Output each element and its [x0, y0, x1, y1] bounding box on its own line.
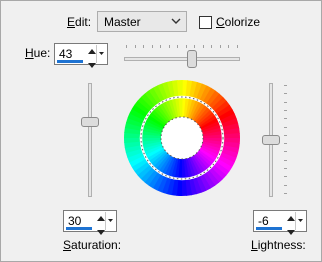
hue-track[interactable]: [124, 57, 240, 61]
lightness-tick: [284, 134, 287, 136]
hue-tick: [126, 45, 127, 48]
hue-tick: [194, 45, 195, 48]
lightness-tick: [284, 159, 287, 161]
saturation-label: Saturation:: [63, 238, 122, 252]
saturation-spinbox[interactable]: 30: [63, 210, 117, 235]
saturation-underline: [66, 227, 92, 230]
lightness-tick: [284, 184, 287, 186]
hue-tick: [151, 45, 153, 48]
hue-tick: [168, 45, 170, 48]
colorize-label: Colorize: [216, 15, 261, 29]
lightness-value[interactable]: -6: [258, 214, 269, 228]
lightness-tick: [284, 151, 287, 153]
hue-spinbox[interactable]: 43: [54, 43, 108, 68]
saturation-value[interactable]: 30: [68, 214, 81, 228]
lightness-tick: [284, 168, 287, 169]
chevron-down-icon: [171, 18, 181, 24]
hue-tick: [185, 45, 187, 48]
lightness-tick: [284, 85, 287, 86]
lightness-tick: [284, 192, 287, 194]
lightness-tick: [284, 101, 287, 103]
hue-tick: [228, 45, 229, 48]
lightness-tick: [284, 143, 287, 145]
saturation-track[interactable]: [88, 83, 92, 197]
lightness-tick: [284, 93, 287, 95]
edit-label: Edit:: [67, 15, 92, 29]
lightness-dropdown-icon[interactable]: [295, 212, 305, 230]
lightness-spinbox[interactable]: -6: [253, 210, 307, 235]
saturation-dropdown-icon[interactable]: [105, 212, 115, 230]
hue-dropdown-icon[interactable]: [96, 45, 106, 63]
edit-dropdown[interactable]: Master: [97, 11, 187, 32]
hue-tick: [134, 45, 136, 48]
lightness-tick: [284, 176, 287, 178]
hue-tick: [177, 45, 178, 48]
hue-tick: [211, 45, 212, 48]
color-wheel-icon: [123, 79, 241, 197]
hue-label: Hue:: [25, 46, 51, 60]
hue-underline: [57, 60, 83, 63]
lightness-tick: [284, 118, 287, 120]
lightness-label: Lightness:: [251, 238, 306, 252]
hue-saturation-panel: Edit: Master Colorize Hue: 43 30 Saturat…: [0, 0, 322, 262]
edit-value: Master: [104, 15, 141, 29]
lightness-underline: [256, 227, 282, 230]
hue-thumb[interactable]: [187, 50, 197, 68]
lightness-tick: [284, 126, 287, 128]
hue-tick: [160, 45, 161, 48]
saturation-thumb[interactable]: [81, 117, 99, 127]
lightness-thumb[interactable]: [262, 135, 280, 145]
hue-tick: [202, 45, 204, 48]
hue-tick: [219, 45, 221, 48]
lightness-tick: [284, 109, 287, 111]
hue-value[interactable]: 43: [59, 47, 72, 61]
hue-tick: [236, 45, 238, 48]
colorize-checkbox[interactable]: [199, 16, 212, 29]
hue-tick: [143, 45, 144, 48]
